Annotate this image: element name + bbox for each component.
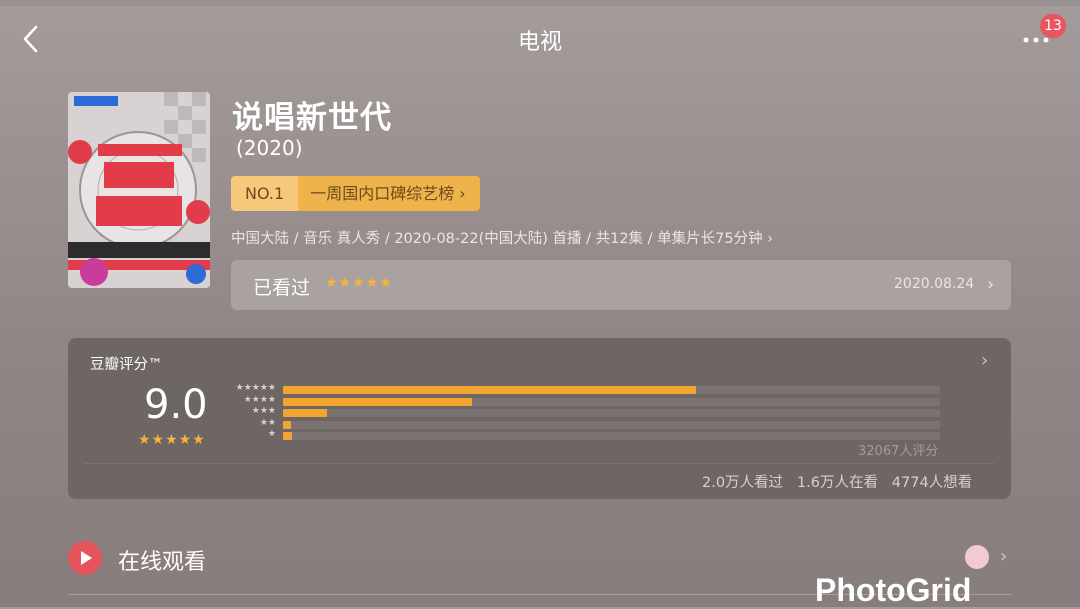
- watching-count: 1.6万人在看: [796, 475, 878, 491]
- douban-rating-card[interactable]: 豆瓣评分™ › 9.0 ★★★★★ ★★★★★ ★★★★ ★★★ ★★ ★ 32067人…: [68, 338, 1011, 499]
- distribution-star-label: ★: [267, 429, 276, 439]
- show-title: 说唱新世代: [232, 100, 392, 136]
- status-bar: [0, 0, 1080, 6]
- divider: [84, 463, 995, 464]
- back-icon[interactable]: [18, 24, 46, 54]
- play-icon: [68, 541, 102, 575]
- rating-stars-icon: ★★★★★: [138, 432, 206, 448]
- distribution-bar-track: [283, 409, 940, 417]
- rating-title: 豆瓣评分™: [90, 357, 163, 373]
- rank-list-name: 一周国内口碑综艺榜 ›: [298, 176, 480, 211]
- show-poster[interactable]: [68, 92, 210, 288]
- distribution-bar: [283, 420, 291, 429]
- watch-stats: 2.0万人看过 1.6万人在看 4774人想看: [702, 471, 972, 492]
- chevron-right-icon: ›: [987, 274, 995, 295]
- distribution-star-label: ★★★★: [243, 394, 276, 405]
- distribution-bar: [283, 432, 293, 440]
- distribution-bar-track: [283, 432, 940, 440]
- notification-badge: 13: [1040, 14, 1066, 38]
- distribution-bar-track: [283, 397, 940, 406]
- my-rating-stars-icon: ★★★★★: [325, 275, 393, 291]
- online-watch-label: 在线观看: [118, 550, 207, 575]
- page-title: 电视: [517, 30, 562, 55]
- ranking-badge[interactable]: NO.1 一周国内口碑综艺榜 ›: [231, 176, 480, 211]
- distribution-bar: [283, 397, 472, 406]
- distribution-bar-track: [283, 420, 940, 429]
- distribution-star-label: ★★★: [251, 406, 276, 416]
- rater-count: 32067人评分: [858, 444, 939, 459]
- rating-score: 9.0: [144, 382, 208, 428]
- distribution-star-label: ★★: [259, 417, 276, 428]
- rank-number: NO.1: [231, 176, 299, 211]
- watched-date: 2020.08.24: [894, 276, 975, 292]
- distribution-star-label: ★★★★★: [235, 383, 276, 393]
- chevron-right-icon: ›: [1000, 546, 1008, 567]
- distribution-bar-track: [283, 386, 940, 394]
- show-year: (2020): [236, 136, 303, 160]
- watched-count: 2.0万人看过: [702, 475, 784, 491]
- platform-logo-icon: [965, 545, 989, 569]
- want-count: 4774人想看: [891, 475, 973, 491]
- chevron-right-icon[interactable]: ›: [981, 350, 988, 371]
- photogrid-watermark: PhotoGrid: [815, 572, 972, 608]
- distribution-bar: [283, 386, 696, 394]
- watched-status-row[interactable]: 已看过 ★★★★★ 2020.08.24 ›: [231, 260, 1011, 310]
- distribution-bar: [283, 409, 328, 417]
- watched-label: 已看过: [253, 277, 311, 299]
- show-meta-info[interactable]: 中国大陆 / 音乐 真人秀 / 2020-08-22(中国大陆) 首播 / 共1…: [231, 227, 773, 248]
